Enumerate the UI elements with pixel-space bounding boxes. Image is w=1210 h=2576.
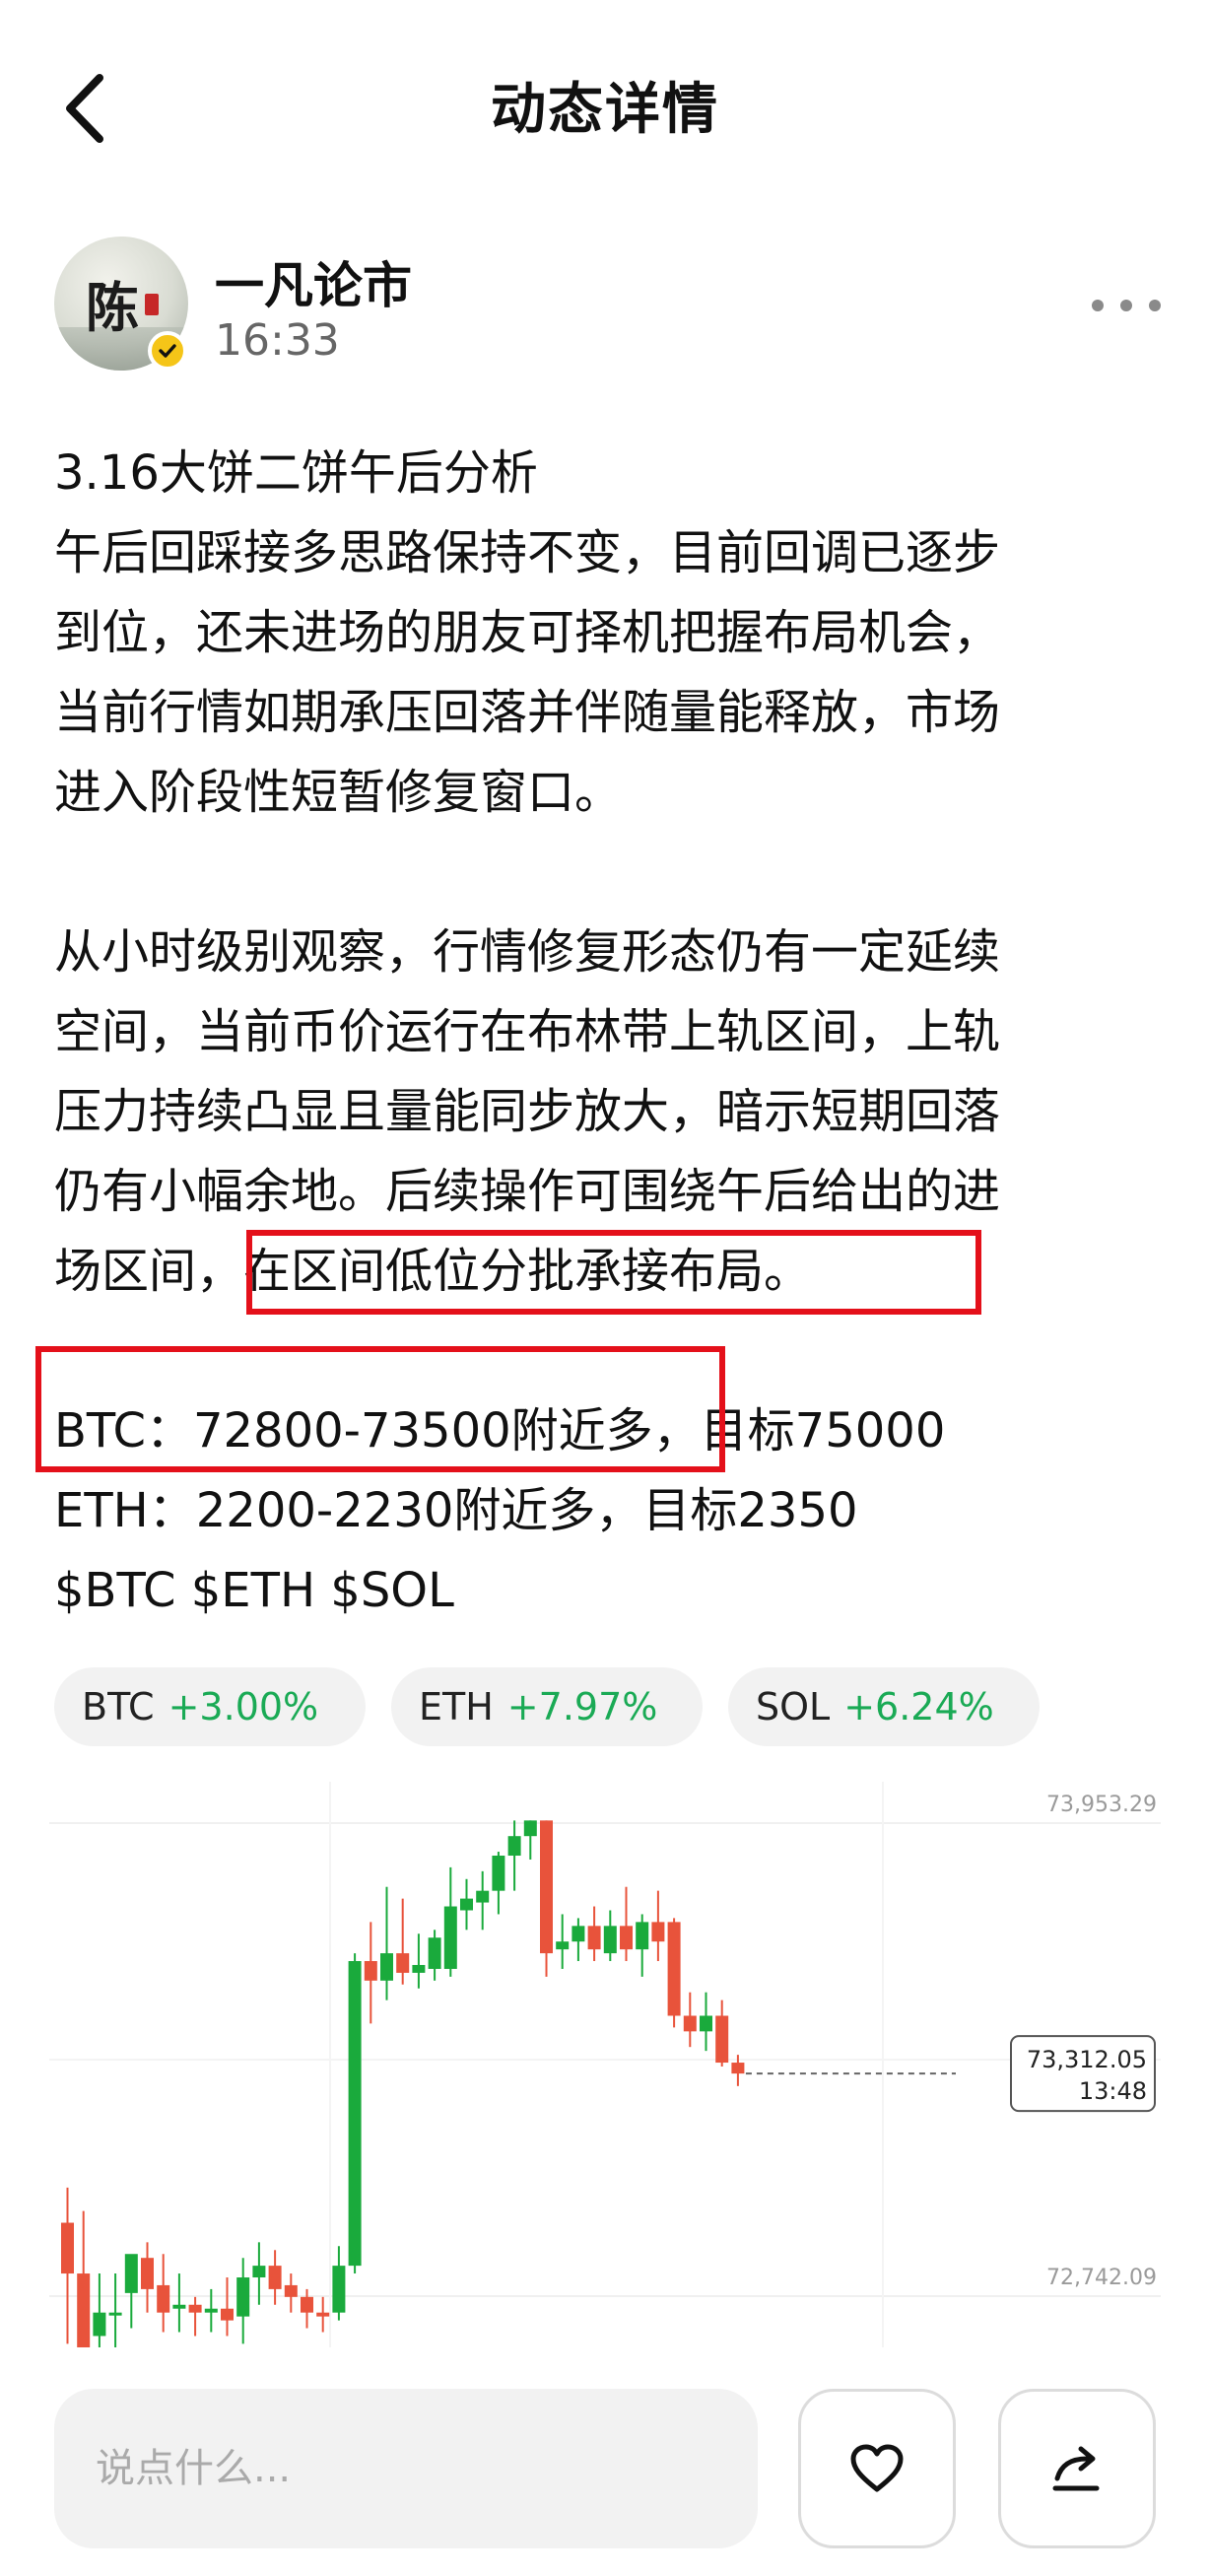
avatar-seal	[145, 294, 159, 315]
candle-body	[651, 1922, 665, 1942]
candle-body	[141, 2258, 154, 2289]
post-line: 午后回踩接多思路保持不变，目前回调已逐步	[54, 525, 1001, 580]
candle-body	[172, 2304, 186, 2309]
candle-body	[157, 2284, 170, 2313]
candle-body	[108, 2312, 122, 2316]
post-time: 16:33	[215, 315, 340, 366]
candle-body	[380, 1953, 393, 1981]
chip-change: +6.24%	[843, 1685, 994, 1729]
post-line: 3.16大饼二饼午后分析	[54, 445, 538, 501]
post-line: 从小时级别观察，行情修复形态仍有一定延续	[54, 924, 1001, 980]
price-label-high: 73,953.29	[1046, 1793, 1157, 1817]
candle-body	[556, 1941, 570, 1950]
post-line: ETH：2200-2230附近多，目标2350	[54, 1483, 858, 1538]
coin-chip-eth[interactable]: ETH +7.97%	[391, 1667, 703, 1746]
candle-body	[443, 1906, 457, 1969]
avatar-character: 陈	[86, 276, 139, 339]
coin-chip-sol[interactable]: SOL +6.24%	[728, 1667, 1040, 1746]
candle-body	[268, 2266, 282, 2289]
price-chart-svg: 73,953.29 72,742.09 73,312.05 13:48	[49, 1782, 1161, 2347]
share-icon	[1052, 2446, 1100, 2491]
current-price-label: 73,312.05	[1027, 2046, 1147, 2073]
candle-body	[204, 2308, 218, 2313]
author-row: 陈 一凡论市 16:33	[0, 237, 1210, 384]
candle-body	[188, 2304, 202, 2313]
post-line: 压力持续凸显且量能同步放大，暗示短期回落	[54, 1084, 1001, 1139]
price-chart[interactable]: 73,953.29 72,742.09 73,312.05 13:48	[49, 1782, 1161, 2347]
candle-body	[284, 2284, 298, 2297]
like-button[interactable]	[798, 2389, 956, 2548]
candle-body	[620, 1926, 633, 1950]
candle-body	[667, 1922, 681, 2016]
more-dot	[1120, 300, 1132, 311]
candle-body	[571, 1926, 585, 1942]
candle-body	[236, 2277, 250, 2317]
chip-change: +7.97%	[506, 1685, 658, 1729]
candle-body	[316, 2312, 330, 2317]
page-title: 动态详情	[491, 78, 719, 142]
candle-body	[476, 1890, 490, 1903]
candle-body	[301, 2296, 313, 2313]
more-dot	[1149, 300, 1161, 311]
chip-change: +3.00%	[168, 1685, 319, 1729]
candle-body	[715, 2015, 729, 2064]
coin-chip-btc[interactable]: BTC +3.00%	[54, 1667, 366, 1746]
post-line: 仍有小幅余地。后续操作可围绕午后给出的进	[54, 1164, 1001, 1219]
comment-input[interactable]	[54, 2389, 758, 2548]
candle-body	[636, 1922, 649, 1950]
more-dot	[1092, 300, 1104, 311]
candle-body	[124, 2254, 138, 2293]
candle-body	[460, 1898, 473, 1911]
price-label-low: 72,742.09	[1046, 2266, 1157, 2290]
chip-symbol: BTC	[82, 1685, 155, 1729]
candle-body	[731, 2063, 745, 2074]
candle-body	[523, 1820, 537, 1837]
candle-body	[348, 1961, 362, 2267]
bottom-action-bar	[0, 2385, 1210, 2576]
candle-body	[428, 1937, 441, 1969]
highlight-box-entry-zone	[246, 1230, 981, 1315]
candle-body	[221, 2308, 234, 2321]
header: 动态详情	[0, 0, 1210, 217]
candle-body	[252, 2266, 266, 2278]
candle-body	[683, 2015, 697, 2032]
candle-body	[93, 2312, 106, 2337]
candle-body	[77, 2273, 91, 2347]
candle-body	[540, 1820, 553, 1954]
post-hashtags[interactable]: $BTC $ETH $SOL	[54, 1551, 1158, 1631]
author-name[interactable]: 一凡论市	[215, 246, 412, 317]
candle-body	[492, 1856, 505, 1891]
candle-body	[412, 1964, 426, 1973]
candle-body	[396, 1953, 410, 1973]
heart-icon	[850, 2444, 904, 2492]
current-time-label: 13:48	[1079, 2077, 1147, 2105]
candle-body	[61, 2222, 74, 2274]
candle-body	[603, 1926, 617, 1954]
candle-body	[507, 1836, 521, 1857]
post-line: 当前行情如期承压回落并伴随量能释放，市场	[54, 685, 1001, 740]
highlight-box-btc-level	[35, 1346, 725, 1472]
verified-check-icon	[148, 331, 187, 371]
chip-symbol: SOL	[756, 1685, 831, 1729]
post-line: 空间，当前币价运行在布林带上轨区间，上轨	[54, 1004, 1001, 1059]
candle-body	[364, 1961, 377, 1981]
candle-body	[700, 2015, 712, 2032]
post-line: 到位，还未进场的朋友可择机把握布局机会，	[54, 605, 1001, 660]
post-line: 进入阶段性短暂修复窗口。	[54, 765, 623, 820]
share-button[interactable]	[998, 2389, 1156, 2548]
chip-symbol: ETH	[419, 1685, 494, 1729]
more-button[interactable]	[1092, 286, 1161, 325]
candle-body	[587, 1926, 601, 1950]
candle-body	[332, 2266, 346, 2313]
